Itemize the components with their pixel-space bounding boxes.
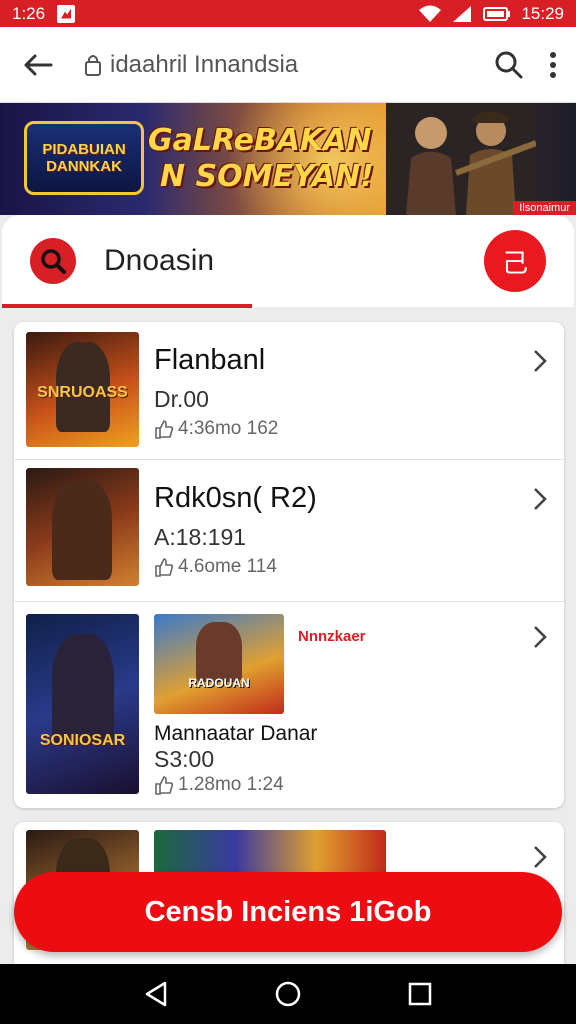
row-title: Flanbanl	[154, 344, 266, 376]
status-left: 1:26	[12, 3, 76, 24]
results-card: SNRUOASS Flanbanl Dr.00 4:36mo 162 Rdk0s…	[14, 322, 564, 808]
row-meta: 1.28mo 1:24	[154, 774, 284, 796]
battery-icon	[483, 6, 511, 21]
nav-recents-icon[interactable]	[407, 981, 433, 1007]
row-price: S3:00	[154, 746, 215, 772]
chevron-right-icon	[534, 350, 547, 372]
more-vert-icon[interactable]	[548, 51, 558, 79]
app-bar-actions	[494, 50, 558, 80]
banner-logo-line1: PIDABUIAN	[42, 141, 126, 158]
thumb-title: SNRUOASS	[37, 384, 128, 401]
back-button[interactable]	[18, 45, 58, 85]
wifi-icon	[419, 5, 442, 22]
row-meta-text: 4.6ome 114	[178, 556, 277, 577]
filter-button[interactable]: 己	[484, 230, 546, 292]
banner-title: GaLReBAKAN N SOMEYAN!	[148, 123, 374, 195]
row-title: Mannaatar Danar	[154, 722, 318, 745]
list-item[interactable]: SNRUOASS Flanbanl Dr.00 4:36mo 162	[14, 322, 564, 460]
thumb-title: SONIOSAR	[39, 732, 126, 749]
nav-back-icon[interactable]	[143, 980, 169, 1008]
arrow-left-icon	[24, 54, 53, 75]
banner-title-line2: N SOMEYAN!	[160, 159, 374, 194]
row-meta: 4:36mo 162	[154, 418, 278, 440]
status-bar: 1:26 15:29	[0, 0, 576, 27]
thumb-figure	[196, 622, 242, 682]
thumb-figure	[52, 634, 114, 744]
status-time: 1:26	[12, 3, 46, 23]
url-text: idaahril Innandsia	[110, 50, 299, 78]
app-bar: idaahril Innandsia	[0, 27, 576, 103]
banner-tag: Ilsonaimur	[513, 201, 576, 215]
banner-logo: PIDABUIAN DANNKAK	[24, 121, 144, 195]
url-field[interactable]: idaahril Innandsia	[84, 51, 494, 79]
cta-button[interactable]: Censb Inciens 1iGob	[14, 872, 562, 952]
chevron-right-icon	[534, 488, 547, 510]
promo-tag: Nnnzkaer	[298, 628, 366, 645]
row-price: A:18:191	[154, 524, 247, 550]
search-icon[interactable]	[494, 50, 524, 80]
search-panel: Dnoasin 己	[2, 215, 574, 307]
nav-home-icon[interactable]	[274, 980, 302, 1008]
game-thumbnail: SONIOSAR	[26, 614, 139, 794]
thumb-figure	[52, 480, 112, 580]
row-title: Rdk0sn( R2)	[154, 482, 317, 514]
row-meta: 4.6ome 114	[154, 556, 277, 578]
row-meta-text: 1.28mo 1:24	[178, 774, 284, 795]
promo-banner[interactable]: PIDABUIAN DANNKAK GaLReBAKAN N SOMEYAN! …	[0, 103, 576, 215]
promo-tag-text: Nnnzkaer	[298, 628, 366, 645]
search-submit-button[interactable]	[30, 238, 76, 284]
thumbs-up-icon	[155, 776, 174, 795]
system-nav-bar	[0, 964, 576, 1024]
row-price: Dr.00	[154, 386, 209, 412]
search-underline	[2, 304, 252, 308]
banner-title-line1: GaLReBAKAN	[148, 123, 372, 158]
thumbs-up-icon	[155, 558, 174, 577]
game-thumbnail: SNRUOASS	[26, 332, 139, 447]
row-meta-text: 4:36mo 162	[178, 418, 279, 439]
inner-thumb-title: RADOUAN	[188, 676, 250, 690]
banner-logo-line2: DANNKAK	[46, 158, 122, 175]
list-item[interactable]: Rdk0sn( R2) A:18:191 4.6ome 114	[14, 460, 564, 602]
chevron-right-icon	[534, 846, 547, 868]
thumbs-up-icon	[155, 420, 174, 439]
lock-icon	[85, 54, 101, 76]
chevron-right-icon	[534, 626, 547, 648]
banner-hero-image	[386, 103, 536, 215]
list-item[interactable]: SONIOSAR RADOUAN Nnnzkaer Mannaatar Dana…	[14, 602, 564, 808]
search-input[interactable]: Dnoasin	[104, 244, 484, 278]
status-right: 15:29	[419, 4, 564, 24]
signal-icon	[453, 5, 472, 22]
game-thumbnail	[26, 468, 139, 586]
notification-image-icon	[57, 4, 76, 23]
search-icon	[41, 249, 66, 274]
status-clock: 15:29	[521, 3, 564, 23]
game-inner-thumbnail: RADOUAN	[154, 614, 284, 714]
